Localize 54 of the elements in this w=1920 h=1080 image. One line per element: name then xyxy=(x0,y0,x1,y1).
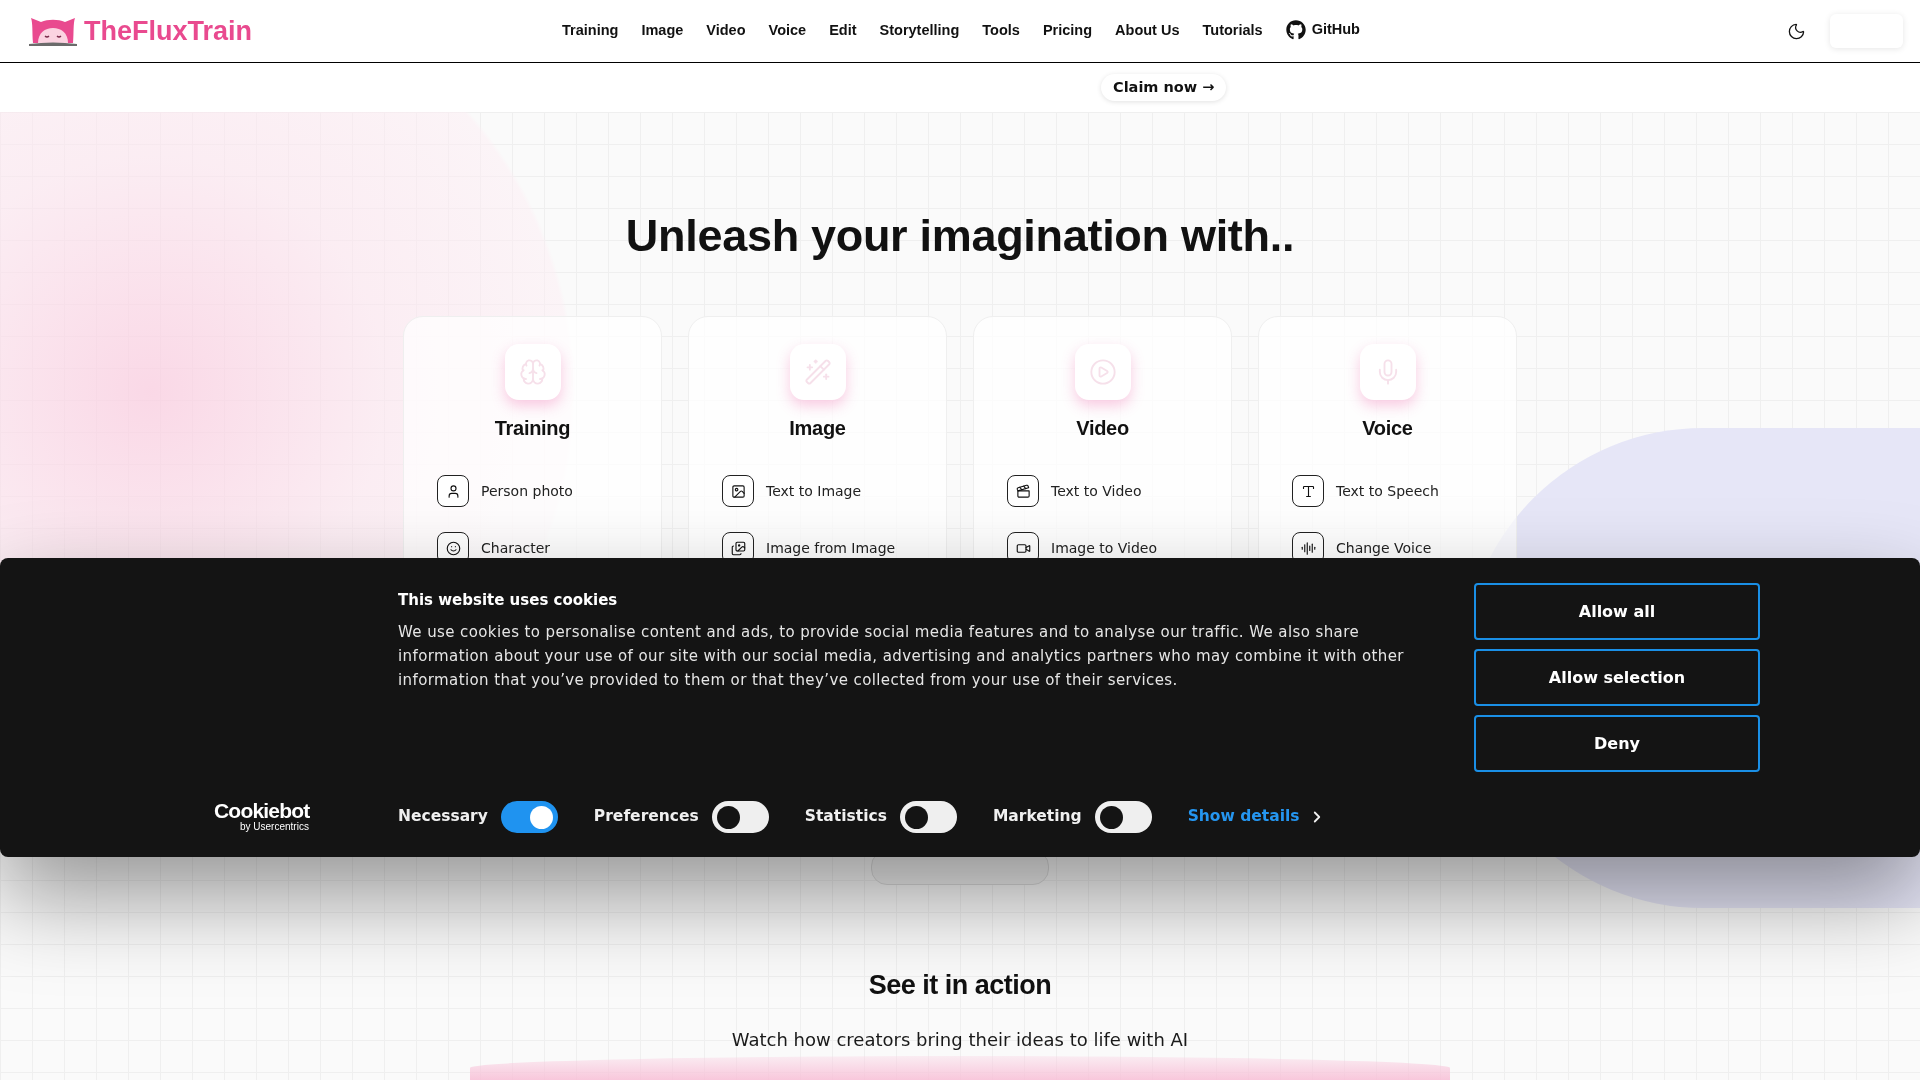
nav-link[interactable]: About Us xyxy=(1115,20,1180,42)
nav-link[interactable]: Edit xyxy=(829,20,857,42)
brain-icon xyxy=(504,344,561,400)
card-title: Training xyxy=(494,416,571,441)
nav-link[interactable]: Pricing xyxy=(1042,20,1093,42)
consent-button[interactable]: Allow all xyxy=(1474,583,1760,640)
show-details-link[interactable]: Show details xyxy=(1187,805,1300,829)
tool-link[interactable]: Person photo xyxy=(481,480,573,502)
tool-link[interactable]: Text to Speech xyxy=(1336,480,1439,502)
section-heading: See it in action xyxy=(868,969,1052,1002)
card-title: Video xyxy=(1076,416,1129,441)
logo-tagline: by Usercentrics xyxy=(240,821,309,833)
nav-link[interactable]: Image xyxy=(641,20,684,42)
github-logo-icon xyxy=(1285,20,1306,40)
toggle-switch[interactable] xyxy=(711,801,769,833)
nav-link[interactable]: Voice xyxy=(768,20,807,42)
microphone-icon xyxy=(1359,344,1416,400)
mascot-icon xyxy=(28,16,78,46)
nav-link[interactable]: GitHub xyxy=(1285,19,1360,41)
tool-link[interactable]: Image to Video xyxy=(1051,537,1158,559)
clapperboard-icon xyxy=(1007,475,1039,507)
claim-now-button[interactable]: Claim now → xyxy=(1101,74,1227,101)
logo-wordmark: Cookiebot xyxy=(214,801,310,821)
nav-link[interactable]: Tutorials xyxy=(1202,20,1263,42)
consent-button[interactable]: Allow selection xyxy=(1474,649,1760,706)
toggle-label: Marketing xyxy=(992,806,1082,828)
banner-text: We use cookies to personalise content and ads, to provide social media features and to analyse our traffic. We also share information about your use of our site with our social media, advertising and analytics partners who may combine it with other information that you’ve provided to them or that they’ve collected from your use of their services. xyxy=(398,622,1405,691)
tool-link[interactable]: Text to Video xyxy=(1051,480,1142,502)
toggle-label: Necessary xyxy=(398,806,488,828)
nav-link[interactable]: Storytelling xyxy=(879,20,960,42)
magic-wand-icon xyxy=(789,344,846,400)
tool-link[interactable]: Image from Image xyxy=(766,537,896,559)
toggle-switch[interactable] xyxy=(899,801,957,833)
site-logo-text[interactable]: TheFluxTrain xyxy=(84,10,253,52)
nav-link[interactable]: Training xyxy=(562,20,619,42)
consent-button[interactable]: Deny xyxy=(1474,715,1760,772)
hero-heading: Unleash your imagination with.. xyxy=(625,209,1295,263)
tool-link[interactable]: Change Voice xyxy=(1336,537,1432,559)
card-title: Voice xyxy=(1362,416,1413,441)
tool-link[interactable]: Character xyxy=(481,537,551,559)
toggle-switch[interactable] xyxy=(1094,801,1152,833)
banner-title: This website uses cookies xyxy=(398,590,619,610)
moon-icon[interactable] xyxy=(1787,21,1806,41)
toggle-label: Statistics xyxy=(804,806,887,828)
text-icon xyxy=(1292,475,1324,507)
nav-link[interactable]: Video xyxy=(706,20,746,42)
card-title: Image xyxy=(789,416,846,441)
nav-link[interactable]: Tools xyxy=(982,20,1020,42)
toggle-switch[interactable] xyxy=(500,801,558,833)
person-icon xyxy=(437,475,469,507)
section-subtitle: Watch how creators bring their ideas to life with AI xyxy=(731,1028,1189,1052)
toggle-label: Preferences xyxy=(593,806,699,828)
picture-icon xyxy=(722,475,754,507)
tool-link[interactable]: Text to Image xyxy=(766,480,862,502)
